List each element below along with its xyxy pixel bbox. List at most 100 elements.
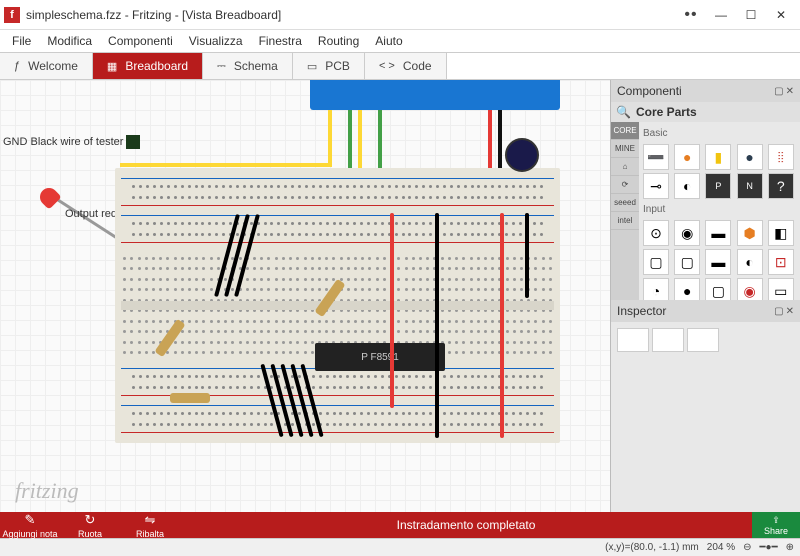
part-item[interactable]: ⊸ — [643, 173, 669, 199]
ic-chip[interactable]: P F8591 — [315, 343, 445, 371]
part-item[interactable]: ● — [674, 278, 700, 300]
rotate-icon: ↻ — [85, 512, 96, 528]
rotate-button[interactable]: ↻Ruota — [60, 512, 120, 539]
zoom-out-button[interactable]: ⊖ — [743, 542, 751, 553]
category-seeed[interactable]: seeed — [611, 194, 639, 212]
flip-button[interactable]: ⇋Ribalta — [120, 512, 180, 539]
window-minimize-button[interactable]: — — [706, 3, 736, 27]
section-basic: Basic — [643, 126, 796, 141]
parts-categories: CORE MINE ⌂ ⟳ seeed intel — [611, 122, 639, 300]
part-item[interactable]: ⬢ — [737, 220, 763, 246]
welcome-icon: ƒ — [14, 60, 20, 72]
tab-code[interactable]: < >Code — [365, 53, 447, 79]
resistor[interactable] — [170, 393, 210, 403]
zoom-slider[interactable]: ━●━ — [760, 542, 778, 553]
jumper-wire[interactable] — [435, 213, 439, 438]
breadboard[interactable]: P F8591 — [115, 168, 560, 443]
zoom-in-button[interactable]: ⊕ — [786, 542, 794, 553]
part-item[interactable]: ◔ — [643, 278, 669, 300]
window-maximize-button[interactable]: ☐ — [736, 3, 766, 27]
parts-search-row: 🔍 Core Parts — [611, 102, 800, 122]
inspector-panel-header: Inspector ▢✕ — [611, 300, 800, 322]
menu-file[interactable]: File — [6, 32, 37, 50]
category-house[interactable]: ⌂ — [611, 158, 639, 176]
zoom-readout: 204 % — [707, 542, 735, 553]
close-panel-icon[interactable]: ✕ — [786, 86, 794, 97]
category-contrib[interactable]: ⟳ — [611, 176, 639, 194]
inspector-swatch[interactable] — [687, 328, 719, 352]
part-item[interactable]: ▬ — [705, 220, 731, 246]
part-item[interactable]: ⦙⦙ — [768, 144, 794, 170]
part-item[interactable]: ▭ — [768, 278, 794, 300]
code-icon: < > — [379, 60, 395, 72]
note-dot-icon — [126, 135, 140, 149]
part-item[interactable]: ▮ — [705, 144, 731, 170]
note-gnd[interactable]: GND Black wire of tester — [3, 135, 140, 149]
routing-status: Instradamento completato — [180, 518, 752, 532]
dock-icon[interactable]: ▢ — [774, 306, 783, 317]
tab-welcome[interactable]: ƒWelcome — [0, 53, 93, 79]
arduino-board[interactable] — [310, 80, 560, 110]
part-item[interactable]: ◉ — [674, 220, 700, 246]
window-close-button[interactable]: ✕ — [766, 3, 796, 27]
menu-finestra[interactable]: Finestra — [253, 32, 308, 50]
part-item[interactable]: ● — [737, 144, 763, 170]
part-item[interactable]: N — [737, 173, 763, 199]
part-item[interactable]: ◐ — [737, 249, 763, 275]
inspector-swatch[interactable] — [617, 328, 649, 352]
titlebar: f simpleschema.fzz - Fritzing - [Vista B… — [0, 0, 800, 30]
inspector-body — [611, 322, 800, 512]
schema-icon: ⎓ — [217, 60, 226, 73]
capacitor[interactable] — [505, 138, 539, 172]
view-tabs: ƒWelcome ▦Breadboard ⎓Schema ▭PCB < >Cod… — [0, 52, 800, 80]
tab-schema[interactable]: ⎓Schema — [203, 53, 293, 79]
tab-breadboard[interactable]: ▦Breadboard — [93, 53, 203, 79]
jumper-wire[interactable] — [390, 213, 394, 408]
tab-pcb[interactable]: ▭PCB — [293, 53, 365, 79]
search-icon[interactable]: 🔍 — [616, 105, 631, 119]
inspector-swatch[interactable] — [652, 328, 684, 352]
note-icon: ✎ — [25, 512, 36, 528]
share-button[interactable]: ⇪Share — [752, 512, 800, 538]
menu-modifica[interactable]: Modifica — [41, 32, 98, 50]
watermark: fritzing — [15, 478, 79, 504]
part-item[interactable]: P — [705, 173, 731, 199]
window-extra-button[interactable]: •• — [676, 3, 706, 27]
menu-visualizza[interactable]: Visualizza — [183, 32, 249, 50]
part-item[interactable]: ▢ — [674, 249, 700, 275]
breadboard-icon: ▦ — [107, 60, 117, 73]
dock-icon[interactable]: ▢ — [774, 86, 783, 97]
category-mine[interactable]: MINE — [611, 140, 639, 158]
add-note-button[interactable]: ✎Aggiungi nota — [0, 512, 60, 539]
part-item[interactable]: ➖ — [643, 144, 669, 170]
category-intel[interactable]: intel — [611, 212, 639, 230]
pcb-icon: ▭ — [307, 60, 317, 73]
menu-aiuto[interactable]: Aiuto — [369, 32, 408, 50]
part-item[interactable]: ▬ — [705, 249, 731, 275]
statusbar: (x,y)=(80.0, -1.1) mm 204 % ⊖ ━●━ ⊕ — [0, 538, 800, 556]
part-item[interactable]: ⊙ — [643, 220, 669, 246]
jumper-wire[interactable] — [525, 213, 529, 298]
part-item[interactable]: ● — [674, 144, 700, 170]
flip-icon: ⇋ — [145, 512, 156, 528]
led-component[interactable] — [36, 184, 61, 209]
close-panel-icon[interactable]: ✕ — [786, 306, 794, 317]
section-input: Input — [643, 202, 796, 217]
part-item[interactable]: ◐ — [674, 173, 700, 199]
canvas[interactable]: GND Black wire of tester Output red wire… — [0, 80, 610, 512]
part-item[interactable]: ◉ — [737, 278, 763, 300]
part-item[interactable]: ⊡ — [768, 249, 794, 275]
part-item[interactable]: ? — [768, 173, 794, 199]
part-item[interactable]: ▢ — [643, 249, 669, 275]
part-item[interactable]: ◧ — [768, 220, 794, 246]
coords-readout: (x,y)=(80.0, -1.1) mm — [605, 542, 699, 553]
menu-routing[interactable]: Routing — [312, 32, 365, 50]
part-item[interactable]: ▢ — [705, 278, 731, 300]
jumper-wire[interactable] — [500, 213, 504, 438]
category-core[interactable]: CORE — [611, 122, 639, 140]
menubar: File Modifica Componenti Visualizza Fine… — [0, 30, 800, 52]
parts-group-title[interactable]: Core Parts — [636, 105, 697, 119]
menu-componenti[interactable]: Componenti — [102, 32, 179, 50]
components-panel-header: Componenti ▢✕ — [611, 80, 800, 102]
window-title: simpleschema.fzz - Fritzing - [Vista Bre… — [26, 8, 281, 22]
